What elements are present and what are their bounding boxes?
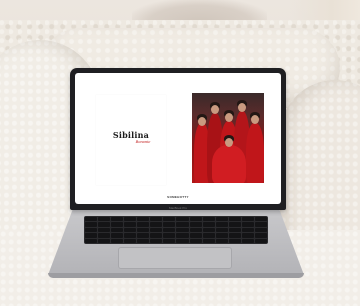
keyboard-key bbox=[163, 238, 176, 243]
keyboard-key bbox=[98, 233, 111, 238]
model-head bbox=[198, 117, 206, 126]
keyboard-key bbox=[163, 227, 176, 233]
keyboard-key bbox=[228, 227, 241, 233]
keyboard-key bbox=[189, 222, 202, 227]
keyboard-key bbox=[202, 227, 215, 233]
photo-scene: Sibilina Bonanie SOMEHOTTY MacBook Pro bbox=[0, 0, 360, 306]
keyboard-key bbox=[150, 238, 163, 243]
keyboard-key bbox=[163, 233, 176, 238]
keyboard-key bbox=[137, 217, 150, 222]
keyboard-key bbox=[85, 217, 98, 222]
keyboard-key bbox=[202, 238, 215, 243]
keyboard-key bbox=[254, 217, 267, 222]
keyboard-key bbox=[176, 233, 189, 238]
keyboard-key bbox=[124, 227, 137, 233]
model-head bbox=[238, 103, 246, 112]
keyboard-key bbox=[150, 217, 163, 222]
keyboard-key bbox=[215, 233, 228, 238]
keyboard-key bbox=[254, 227, 267, 233]
site-footer-text: SOMEHOTTY bbox=[167, 195, 189, 199]
keyboard-key bbox=[215, 217, 228, 222]
keyboard-key bbox=[98, 238, 111, 243]
keyboard-key bbox=[124, 222, 137, 227]
laptop-lid: Sibilina Bonanie SOMEHOTTY MacBook Pro bbox=[70, 68, 286, 210]
keyboard-key bbox=[98, 222, 111, 227]
keyboard-key bbox=[124, 238, 137, 243]
keyboard-key bbox=[228, 222, 241, 227]
keyboard-key bbox=[150, 233, 163, 238]
laptop-base-edge bbox=[48, 273, 304, 278]
keyboard-key bbox=[137, 227, 150, 233]
keyboard-key bbox=[202, 233, 215, 238]
keyboard-key bbox=[150, 222, 163, 227]
model-figure bbox=[212, 145, 246, 183]
keyboard-key bbox=[189, 217, 202, 222]
keyboard-key bbox=[241, 238, 254, 243]
fashion-photo bbox=[192, 93, 264, 183]
keyboard-key bbox=[241, 233, 254, 238]
keyboard-key bbox=[254, 233, 267, 238]
keyboard-key bbox=[150, 227, 163, 233]
keyboard-key bbox=[215, 238, 228, 243]
keyboard-key bbox=[176, 217, 189, 222]
keyboard-key bbox=[228, 238, 241, 243]
model-head bbox=[225, 113, 233, 122]
keyboard-key bbox=[124, 233, 137, 238]
keyboard-key bbox=[228, 217, 241, 222]
laptop-screen: Sibilina Bonanie SOMEHOTTY bbox=[75, 73, 281, 204]
keyboard-key bbox=[215, 227, 228, 233]
keyboard-key bbox=[202, 222, 215, 227]
keyboard-key bbox=[241, 227, 254, 233]
keyboard-key bbox=[189, 227, 202, 233]
laptop-trackpad bbox=[118, 247, 232, 269]
keyboard-key bbox=[228, 233, 241, 238]
keyboard-key bbox=[137, 222, 150, 227]
keyboard-key bbox=[85, 233, 98, 238]
keyboard-key bbox=[254, 238, 267, 243]
keyboard-key bbox=[176, 238, 189, 243]
keyboard-key bbox=[189, 233, 202, 238]
keyboard-key bbox=[163, 222, 176, 227]
laptop-model-label: MacBook Pro bbox=[168, 206, 187, 210]
keyboard-key bbox=[124, 217, 137, 222]
keyboard-key bbox=[163, 217, 176, 222]
model-head bbox=[251, 115, 259, 124]
keyboard-key bbox=[176, 222, 189, 227]
keyboard-key bbox=[111, 222, 124, 227]
keyboard-key bbox=[111, 217, 124, 222]
keyboard-key bbox=[111, 227, 124, 233]
keyboard-key bbox=[111, 238, 124, 243]
brand-logo-subtext: Bonanie bbox=[135, 140, 151, 144]
model-head bbox=[211, 105, 219, 114]
keyboard-key bbox=[98, 217, 111, 222]
keyboard-key bbox=[85, 222, 98, 227]
keyboard-key bbox=[254, 222, 267, 227]
keyboard-key bbox=[111, 233, 124, 238]
laptop-keyboard bbox=[84, 216, 268, 244]
model-figure bbox=[246, 123, 264, 183]
keyboard-key bbox=[137, 238, 150, 243]
keyboard-key bbox=[189, 238, 202, 243]
brand-logo-text: Sibilina bbox=[112, 130, 150, 140]
model-head bbox=[225, 138, 233, 147]
brand-logo: Sibilina Bonanie bbox=[96, 131, 166, 145]
keyboard-key bbox=[85, 238, 98, 243]
keyboard-key bbox=[241, 217, 254, 222]
brand-page: Sibilina Bonanie bbox=[96, 95, 166, 185]
keyboard-key bbox=[137, 233, 150, 238]
keyboard-key bbox=[98, 227, 111, 233]
keyboard-key bbox=[241, 222, 254, 227]
keyboard-key bbox=[176, 227, 189, 233]
keyboard-key bbox=[215, 222, 228, 227]
keyboard-key bbox=[202, 217, 215, 222]
keyboard-key bbox=[85, 227, 98, 233]
